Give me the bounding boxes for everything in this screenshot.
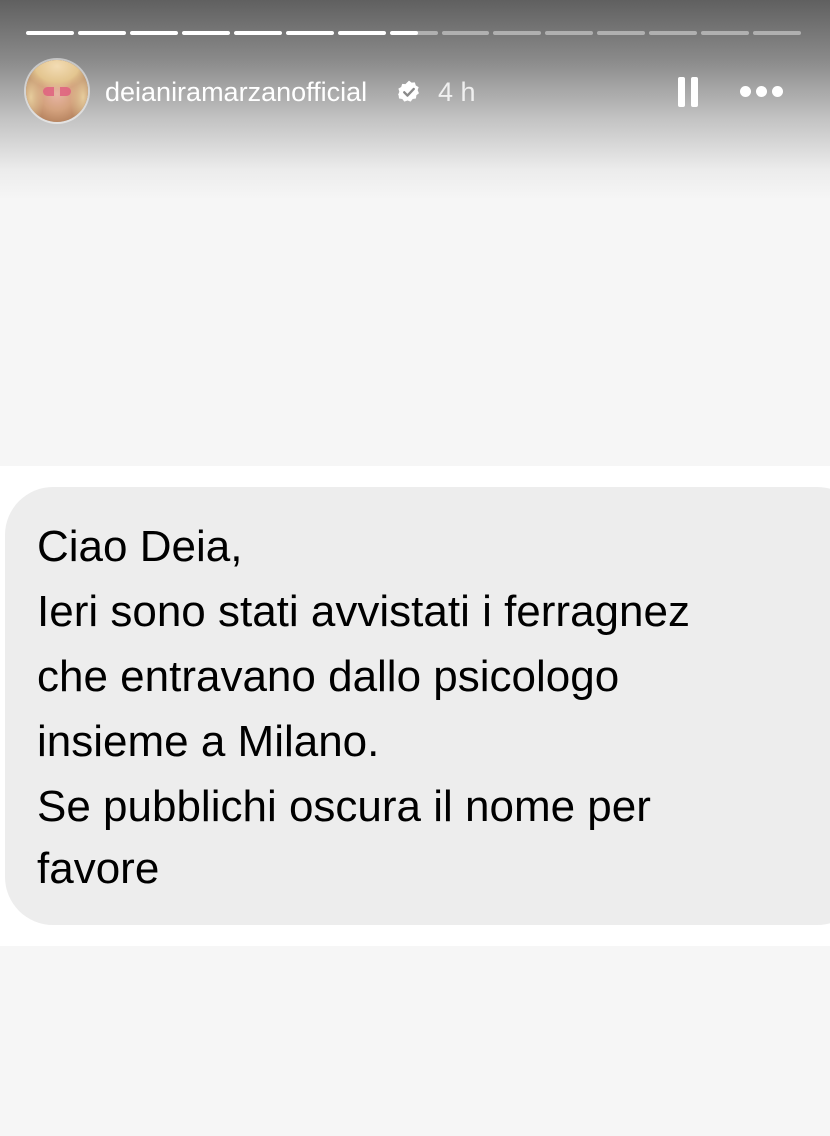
message-line: insieme a Milano.	[37, 717, 380, 766]
pause-icon[interactable]	[676, 77, 700, 107]
story-progress-segment	[649, 31, 698, 35]
more-dot	[756, 86, 767, 97]
story-progress-segment	[701, 31, 750, 35]
story-viewer[interactable]: deianiramarzanofficial 4 h Ciao Deia, Ie…	[0, 0, 830, 1136]
story-progress-segment	[753, 31, 802, 35]
story-progress-segment	[26, 31, 74, 35]
story-progress-fill	[181, 31, 230, 35]
timestamp: 4 h	[438, 77, 476, 107]
story-progress-fill	[26, 31, 74, 35]
story-progress-segment	[181, 31, 230, 35]
more-dot	[740, 86, 751, 97]
story-progress-segment	[233, 31, 282, 35]
story-progress-segment	[285, 31, 334, 35]
story-progress-fill	[233, 31, 282, 35]
story-progress-segment	[441, 31, 490, 35]
story-progress-segment	[77, 31, 126, 35]
story-progress-segment	[337, 31, 386, 35]
pause-bar-right	[691, 77, 698, 107]
message-line: favore	[37, 844, 160, 893]
message-line: Se pubblichi oscura il nome per	[37, 782, 651, 831]
story-progress-segment	[493, 31, 542, 35]
message-line: Ciao Deia,	[37, 522, 243, 571]
story-progress-segment	[389, 31, 438, 35]
verified-badge-icon	[398, 80, 419, 102]
story-progress-segment	[597, 31, 646, 35]
username[interactable]: deianiramarzanofficial	[105, 76, 367, 108]
message-line: che entravano dallo psicologo	[37, 652, 620, 701]
story-progress-fill	[77, 31, 126, 35]
story-progress-fill	[337, 31, 386, 35]
pause-bar-left	[678, 77, 685, 107]
more-dot	[772, 86, 783, 97]
story-progress-fill	[129, 31, 178, 35]
avatar[interactable]	[26, 60, 88, 122]
story-progress-bar	[26, 31, 802, 35]
story-progress-segment	[129, 31, 178, 35]
story-progress-fill	[285, 31, 334, 35]
message-line: Ieri sono stati avvistati i ferragnez	[37, 587, 690, 636]
story-progress-segment	[545, 31, 594, 35]
more-options-icon[interactable]	[738, 83, 784, 101]
story-progress-fill	[389, 31, 419, 35]
avatar-glasses	[43, 87, 71, 96]
